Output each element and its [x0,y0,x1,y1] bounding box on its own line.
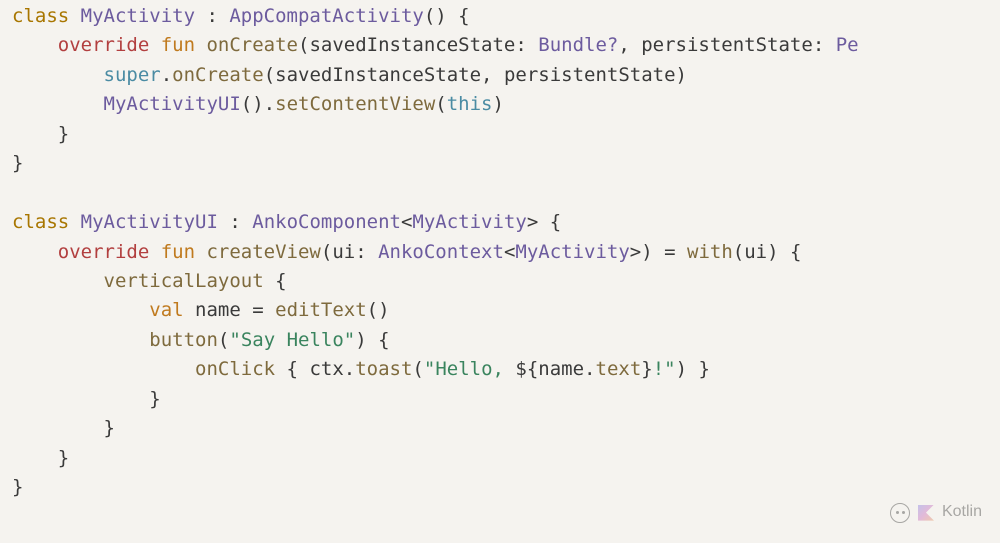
code-token [12,270,104,292]
code-token: fun [161,241,207,263]
code-token: name [195,299,241,321]
watermark: Kotlin [890,500,982,525]
code-token: with [687,241,733,263]
code-token: class [12,211,81,233]
code-token: Pe [836,34,859,56]
code-token: } [12,447,69,469]
code-token: savedInstanceState [275,64,481,86]
code-token: ( [298,34,309,56]
code-token: ) [493,93,504,115]
code-token: ui [332,241,355,263]
code-token: () [367,299,390,321]
code-token: ( [733,241,744,263]
code-token: ( [321,241,332,263]
watermark-label: Kotlin [942,500,982,525]
code-token: ( [264,64,275,86]
code-token [12,64,104,86]
code-token: . [161,64,172,86]
code-token: } [12,417,115,439]
code-token [12,329,149,351]
code-token [12,358,195,380]
code-token: MyActivity [412,211,526,233]
code-token: onClick [195,358,275,380]
code-token: persistentState [504,64,676,86]
code-token: } [641,358,652,380]
code-token: savedInstanceState [309,34,515,56]
code-token: > { [527,211,561,233]
code-token: ) { [355,329,389,351]
code-token: createView [206,241,320,263]
code-token: ) { [767,241,801,263]
code-token [12,93,104,115]
code-token: { [264,270,287,292]
code-token: this [447,93,493,115]
code-token: >) = [630,241,687,263]
code-token: ${ [515,358,538,380]
code-token: ) [676,64,687,86]
code-token: < [401,211,412,233]
code-token: , [481,64,504,86]
code-token [12,34,58,56]
code-token: MyActivity [81,5,195,27]
code-token: override [58,241,161,263]
code-token: val [149,299,195,321]
code-token: button [149,329,218,351]
code-token: text [596,358,642,380]
code-token: } [12,388,161,410]
code-token: () { [424,5,470,27]
code-token: MyActivityUI [104,93,241,115]
code-token: = [241,299,275,321]
code-token: fun [161,34,207,56]
code-token: override [58,34,161,56]
code-token: verticalLayout [104,270,264,292]
code-token: MyActivity [515,241,629,263]
code-token: ( [435,93,446,115]
code-token: AppCompatActivity [229,5,423,27]
code-token: < [504,241,515,263]
code-token: AnkoContext [378,241,504,263]
code-token: ui [744,241,767,263]
code-token: ( [218,329,229,351]
code-token [12,241,58,263]
code-token: } [12,152,23,174]
code-token: ( [412,358,423,380]
code-token: toast [355,358,412,380]
code-token: editText [275,299,367,321]
code-token: "Hello, [424,358,516,380]
code-token: : [218,211,252,233]
kotlin-logo-icon [918,505,934,521]
code-token: } [12,476,23,498]
code-token: persistentState [641,34,813,56]
code-token: name [538,358,584,380]
code-token: : [813,34,836,56]
code-token: . [584,358,595,380]
code-token [12,299,149,321]
code-token: "Say Hello" [229,329,355,351]
code-token: AnkoComponent [252,211,401,233]
code-token: { [275,358,309,380]
code-token: class [12,5,81,27]
code-token: : [515,34,538,56]
code-token: } [12,123,69,145]
code-token: : [195,5,229,27]
code-snippet: class MyActivity : AppCompatActivity() {… [0,0,1000,504]
code-token: (). [241,93,275,115]
code-token: : [355,241,378,263]
code-token: ctx [309,358,343,380]
code-token: Bundle? [538,34,618,56]
code-token: ) } [676,358,710,380]
code-token: onCreate [206,34,298,56]
code-token: , [618,34,641,56]
code-token: super [104,64,161,86]
code-token: onCreate [172,64,264,86]
wechat-icon [890,503,910,523]
code-token: MyActivityUI [81,211,218,233]
code-token: !" [653,358,676,380]
code-token: setContentView [275,93,435,115]
code-token: . [344,358,355,380]
